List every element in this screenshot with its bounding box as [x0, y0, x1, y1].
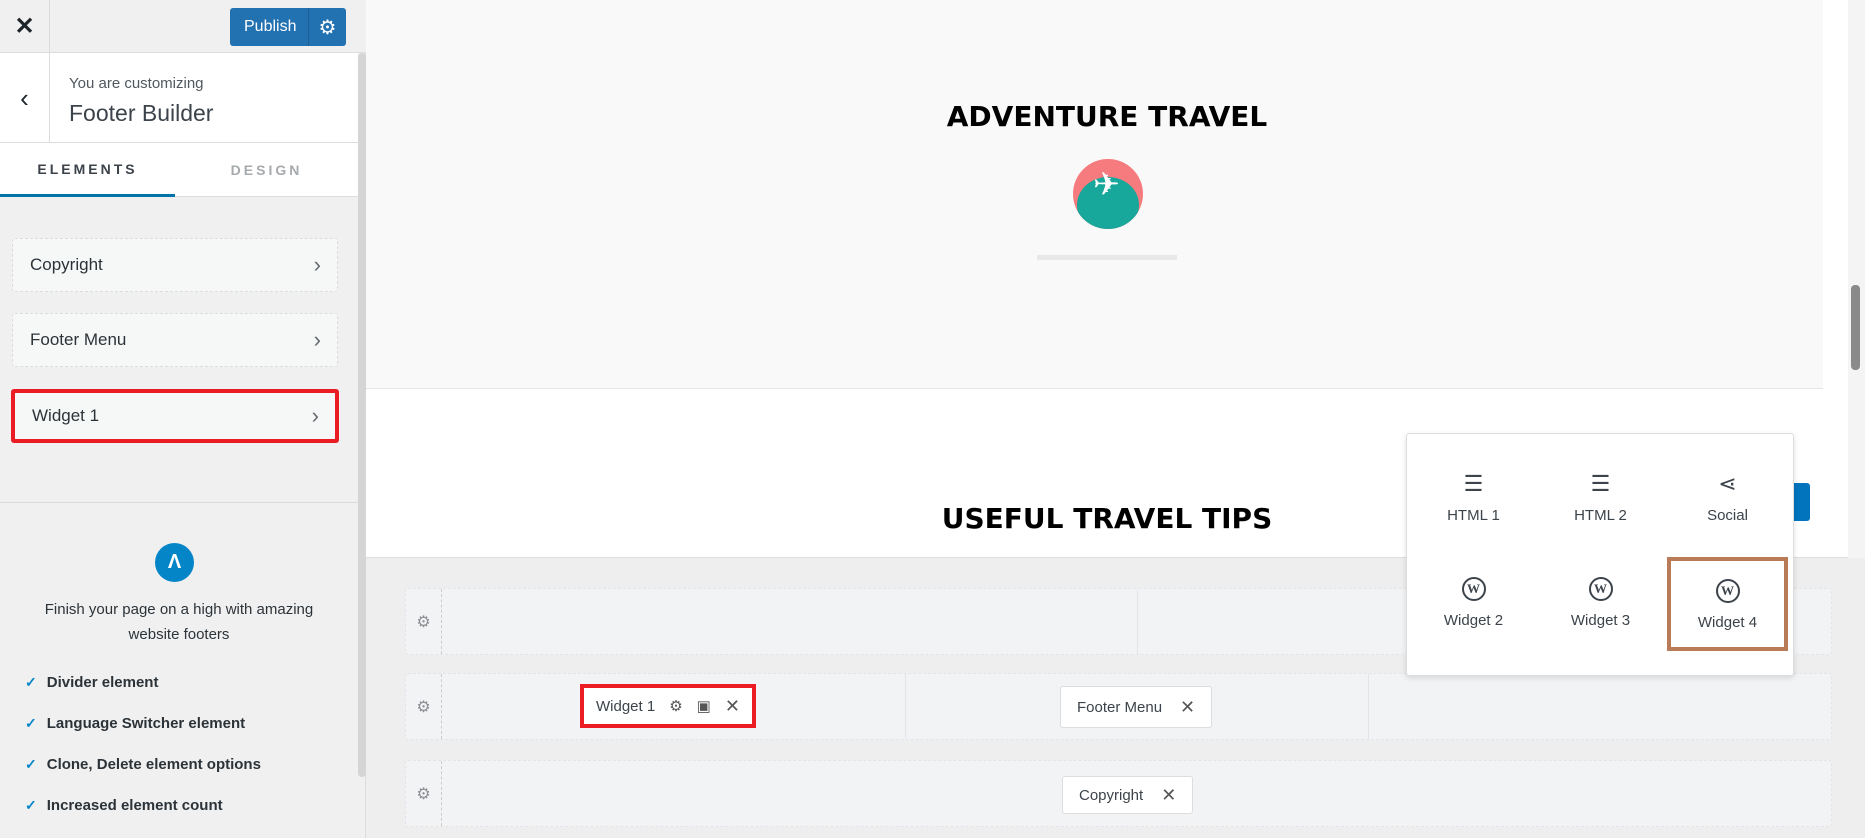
customizing-label: You are customizing	[69, 75, 204, 92]
row-gear-icon[interactable]: ⚙	[406, 589, 442, 654]
wordpress-icon: W	[1588, 576, 1613, 602]
publish-label[interactable]: Publish	[230, 18, 308, 36]
chip-label: Footer Menu	[1077, 698, 1163, 716]
chevron-right-icon: ›	[311, 403, 319, 428]
feature-label: Clone, Delete element options	[46, 756, 261, 773]
footer-row-below: ⚙ Copyright ✕	[405, 760, 1832, 827]
feature-label: Divider element	[46, 674, 159, 691]
popup-item-widget-3[interactable]: W Widget 3	[1540, 555, 1661, 649]
back-chevron-icon[interactable]: ‹	[0, 53, 50, 143]
copyright-chip[interactable]: Copyright ✕	[1062, 776, 1194, 814]
check-icon: ✓	[25, 674, 37, 690]
divider	[0, 502, 358, 503]
element-label: Copyright	[30, 255, 103, 274]
close-icon[interactable]: ✕	[1180, 697, 1195, 718]
gear-icon[interactable]: ⚙	[308, 8, 346, 46]
add-element-popup: ☰ HTML 1 ☰ HTML 2 ⋖ Social W Widget 2 W Widge…	[1406, 433, 1794, 676]
page-title: Footer Builder	[69, 100, 214, 126]
chevron-right-icon: ›	[313, 327, 321, 352]
close-icon[interactable]: ✕	[725, 696, 740, 717]
feature-label: Increased element count	[46, 797, 223, 814]
text-lines-icon: ☰	[1463, 470, 1484, 496]
sidebar-scrollbar[interactable]	[358, 53, 366, 777]
chip-label: Widget 1	[596, 697, 656, 715]
wordpress-icon: W	[1461, 576, 1486, 602]
publish-button[interactable]: Publish ⚙	[230, 8, 346, 46]
element-footer-menu[interactable]: Footer Menu ›	[12, 313, 338, 367]
wordpress-icon: W	[1715, 578, 1740, 604]
footer-menu-chip[interactable]: Footer Menu ✕	[1060, 686, 1213, 728]
chip-label: Copyright	[1079, 786, 1144, 804]
scroll-top-button[interactable]	[1794, 483, 1810, 521]
popup-item-label: HTML 1	[1447, 506, 1500, 524]
feature-item: ✓ Divider element	[25, 674, 158, 691]
feature-item: ✓ Clone, Delete element options	[25, 756, 261, 773]
popup-item-widget-4[interactable]: W Widget 4	[1667, 557, 1788, 651]
check-icon: ✓	[25, 797, 37, 813]
popup-item-label: Widget 2	[1443, 611, 1504, 629]
clone-icon[interactable]: ▣	[697, 697, 711, 715]
element-widget-1[interactable]: Widget 1 ›	[11, 389, 339, 443]
tabs: ELEMENTS DESIGN	[0, 143, 358, 197]
check-icon: ✓	[25, 756, 37, 772]
tab-design[interactable]: DESIGN	[175, 143, 358, 197]
column-divider	[1368, 674, 1369, 739]
customizer-sidebar: ✕ Publish ⚙ ‹ You are customizing Footer…	[0, 0, 366, 838]
heading-adventure-travel: ADVENTURE TRAVEL	[946, 100, 1268, 133]
astra-logo-icon: Λ	[155, 543, 194, 582]
element-copyright[interactable]: Copyright ›	[12, 238, 338, 292]
customizer-topbar: ✕ Publish ⚙	[0, 0, 366, 53]
preview-scrollbar[interactable]	[1848, 0, 1865, 558]
popup-item-label: HTML 2	[1574, 506, 1627, 524]
popup-item-label: Widget 3	[1570, 611, 1631, 629]
close-icon[interactable]: ✕	[1161, 785, 1176, 806]
preview-scrollbar-thumb[interactable]	[1851, 285, 1860, 370]
column-divider	[1137, 589, 1138, 654]
feature-item: ✓ Increased element count	[25, 797, 223, 814]
element-label: Widget 1	[32, 406, 100, 425]
panel-header: ‹ You are customizing Footer Builder	[0, 53, 358, 143]
popup-item-social[interactable]: ⋖ Social	[1667, 450, 1788, 544]
footer-row-primary: ⚙ Widget 1 ⚙ ▣ ✕ Footer Menu ✕	[405, 673, 1832, 740]
popup-item-html-1[interactable]: ☰ HTML 1	[1413, 450, 1534, 544]
gear-icon[interactable]: ⚙	[669, 697, 682, 715]
popup-item-widget-2[interactable]: W Widget 2	[1413, 555, 1534, 649]
feature-label: Language Switcher element	[46, 715, 246, 732]
separator	[1037, 255, 1177, 260]
widget-1-chip[interactable]: Widget 1 ⚙ ▣ ✕	[580, 684, 756, 728]
popup-item-label: Social	[1707, 506, 1748, 524]
popup-item-label: Widget 4	[1697, 613, 1758, 631]
row-gear-icon[interactable]: ⚙	[406, 761, 442, 826]
text-lines-icon: ☰	[1590, 470, 1611, 496]
column-divider	[905, 674, 906, 739]
chevron-right-icon: ›	[313, 252, 321, 277]
tab-elements[interactable]: ELEMENTS	[0, 143, 175, 197]
check-icon: ✓	[25, 715, 37, 731]
close-icon[interactable]: ✕	[0, 0, 50, 53]
feature-item: ✓ Language Switcher element	[25, 715, 245, 732]
share-icon: ⋖	[1718, 470, 1737, 496]
promo-text: Finish your page on a high with amazing …	[44, 601, 314, 643]
row-gear-icon[interactable]: ⚙	[406, 674, 442, 739]
element-label: Footer Menu	[30, 330, 127, 349]
travel-globe-icon: ✈	[1073, 159, 1143, 229]
popup-item-html-2[interactable]: ☰ HTML 2	[1540, 450, 1661, 544]
